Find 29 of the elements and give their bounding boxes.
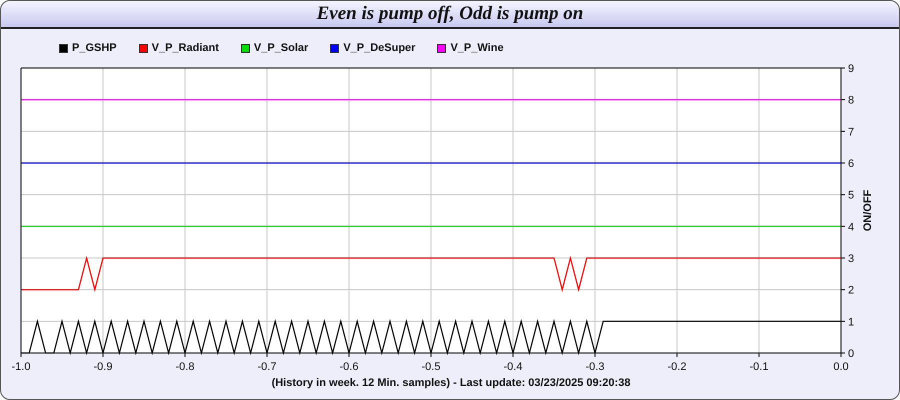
tick-label: -0.8	[176, 361, 194, 373]
axis-title: (History in week. 12 Min. samples) - Last update: 03/23/2025 09:20:38	[272, 377, 630, 389]
tick-label: 8	[848, 94, 854, 107]
legend-label: P_GSHP	[72, 42, 117, 54]
tick-label: 0.0	[833, 361, 849, 373]
tick-label: 2	[848, 284, 854, 297]
legend-label: V_P_Wine	[450, 42, 504, 54]
tick-label: -0.7	[258, 361, 276, 373]
tick-label: 3	[848, 253, 854, 265]
tick-label: 0	[848, 348, 854, 360]
legend-label: V_P_Solar	[254, 42, 308, 54]
tick-label: -0.3	[586, 361, 604, 373]
tick-label: -0.5	[422, 361, 440, 373]
tick-label: -1.0	[12, 361, 30, 373]
tick-label: 1	[848, 316, 854, 328]
tick-label: -0.2	[668, 361, 686, 373]
legend-label: V_P_Radiant	[152, 42, 219, 54]
tick-label: 5	[848, 190, 854, 202]
legend-label: V_P_DeSuper	[343, 42, 416, 54]
chart-title: Even is pump off, Odd is pump on	[316, 3, 584, 25]
tick-label: 9	[848, 63, 854, 75]
tick-label: -0.4	[504, 361, 522, 373]
tick-label: -0.9	[94, 361, 112, 373]
tick-label: 7	[848, 126, 854, 138]
tick-label: -0.6	[340, 361, 358, 373]
tick-label: 4	[848, 221, 854, 234]
axis-title: ON/OFF	[862, 190, 874, 232]
tick-label: 6	[848, 158, 854, 170]
tick-label: -0.1	[750, 361, 768, 373]
